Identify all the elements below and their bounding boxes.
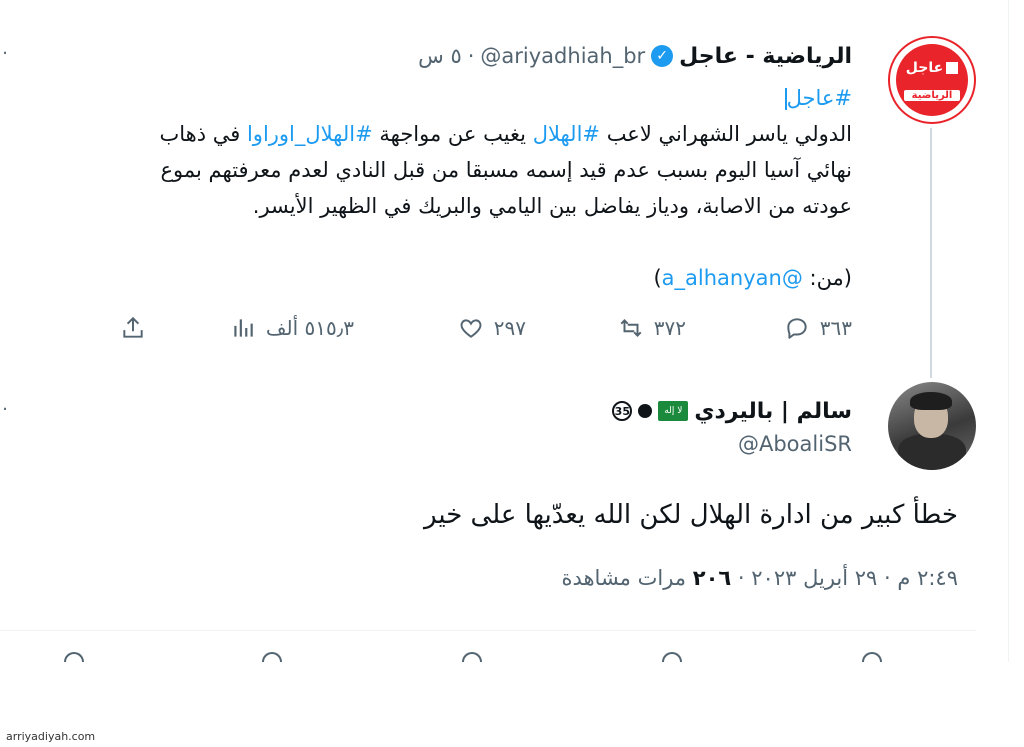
retweet-icon[interactable] <box>662 652 682 662</box>
circled-number-badge: 35 <box>612 401 633 421</box>
view-count: ٥١٥٫٣ ألف <box>265 316 354 340</box>
black-circle-icon <box>638 404 653 418</box>
reply-body: خطأ كبير من ادارة الهلال لكن الله يعدّيه… <box>424 500 958 530</box>
reply-time[interactable]: ٢:٤٩ م <box>897 566 958 590</box>
more-icon[interactable]: ⋅ <box>0 45 8 63</box>
views-button[interactable]: ٥١٥٫٣ ألف <box>230 308 354 348</box>
hashtag-link[interactable]: #الهلال <box>533 122 600 146</box>
retweet-button[interactable]: ٣٧٢ <box>618 308 686 348</box>
flag-text: لا إله <box>664 406 683 416</box>
like-icon <box>460 319 482 338</box>
like-count: ٢٩٧ <box>493 316 526 340</box>
reply-author-handle[interactable]: @AboaliSR <box>738 432 852 456</box>
saudi-flag-icon: لا إله <box>658 401 689 421</box>
views-icon[interactable] <box>262 652 282 662</box>
reply-author-name[interactable]: سالم | باليردي <box>694 399 852 424</box>
tweet-text-segment: الدولي ياسر الشهراني لاعب <box>600 122 852 146</box>
author-handle[interactable]: @ariyadhiah_br <box>480 44 645 68</box>
reply-actions-cut <box>0 652 1000 662</box>
hashtag-link[interactable]: #عاجل <box>787 86 852 110</box>
brand-logo: عاجل الرياضية <box>896 44 968 116</box>
tweet-actions: ٣٦٣ ٣٧٢ ٢٩٧ ٥١٥٫٣ ألف <box>112 308 852 348</box>
divider <box>0 630 976 631</box>
like-icon[interactable] <box>462 652 482 662</box>
hashtag-link[interactable]: #الهلال_اوراوا <box>247 122 373 146</box>
more-icon[interactable]: ⋅ <box>0 401 8 419</box>
reply-meta: ٢:٤٩ م · ٢٩ أبريل ٢٠٢٣ · ٢٠٦ مرات مشاهدة <box>561 566 958 590</box>
watermark: arriyadiyah.com <box>6 730 96 743</box>
source-label: (من: <box>802 266 852 290</box>
reply-icon[interactable] <box>862 652 882 662</box>
source-close: ) <box>653 266 662 290</box>
mention-link[interactable]: @a_alhanyan <box>662 266 803 290</box>
reply-view-label: مرات مشاهدة <box>561 566 687 590</box>
reply-date[interactable]: ٢٩ أبريل ٢٠٢٣ <box>751 566 877 590</box>
reply-button[interactable]: ٣٦٣ <box>784 308 852 348</box>
reply-author-avatar[interactable] <box>888 382 976 470</box>
reply-count: ٣٦٣ <box>819 316 852 340</box>
share-button[interactable] <box>120 308 146 348</box>
separator-dot: · <box>467 44 475 68</box>
separator-dot: · <box>737 566 745 590</box>
tweet-header: الرياضية - عاجل ✓ @ariyadhiah_br · ٥ س <box>418 40 852 72</box>
thread-connector <box>930 128 932 378</box>
reply-view-count: ٢٠٦ <box>692 566 732 590</box>
tweet-text-line: نهائي آسيا اليوم بسبب عدم قيد إسمه مسبقا… <box>160 158 852 182</box>
reply-icon <box>787 318 807 339</box>
views-icon <box>234 319 253 337</box>
tweet-text-segment: يغيب عن مواجهة <box>372 122 533 146</box>
tweet-thread: ⋅ ⋅ عاجل الرياضية الرياضية - عاجل ✓ @ari… <box>0 0 1009 662</box>
avatar-logo-line1: عاجل <box>905 60 944 76</box>
separator-dot: · <box>884 566 891 590</box>
tweet-text-segment: في ذهاب <box>159 122 247 146</box>
share-icon <box>123 316 143 338</box>
verified-icon: ✓ <box>651 45 674 67</box>
retweet-icon <box>620 319 642 337</box>
reply-header: سالم | باليردي لا إله 35 <box>612 396 852 426</box>
like-button[interactable]: ٢٩٧ <box>458 308 526 348</box>
share-icon[interactable] <box>64 652 84 662</box>
tweet-text-line: عودته من الاصابة، ودياز يفاضل بين اليامي… <box>252 194 852 218</box>
avatar-logo-line2: الرياضية <box>904 90 960 101</box>
retweet-count: ٣٧٢ <box>653 316 686 340</box>
tweet-time[interactable]: ٥ س <box>418 44 462 68</box>
author-name[interactable]: الرياضية - عاجل <box>679 44 852 69</box>
tweet-body: #عاجل الدولي ياسر الشهراني لاعب #الهلال … <box>0 80 852 296</box>
author-avatar[interactable]: عاجل الرياضية <box>888 36 976 124</box>
